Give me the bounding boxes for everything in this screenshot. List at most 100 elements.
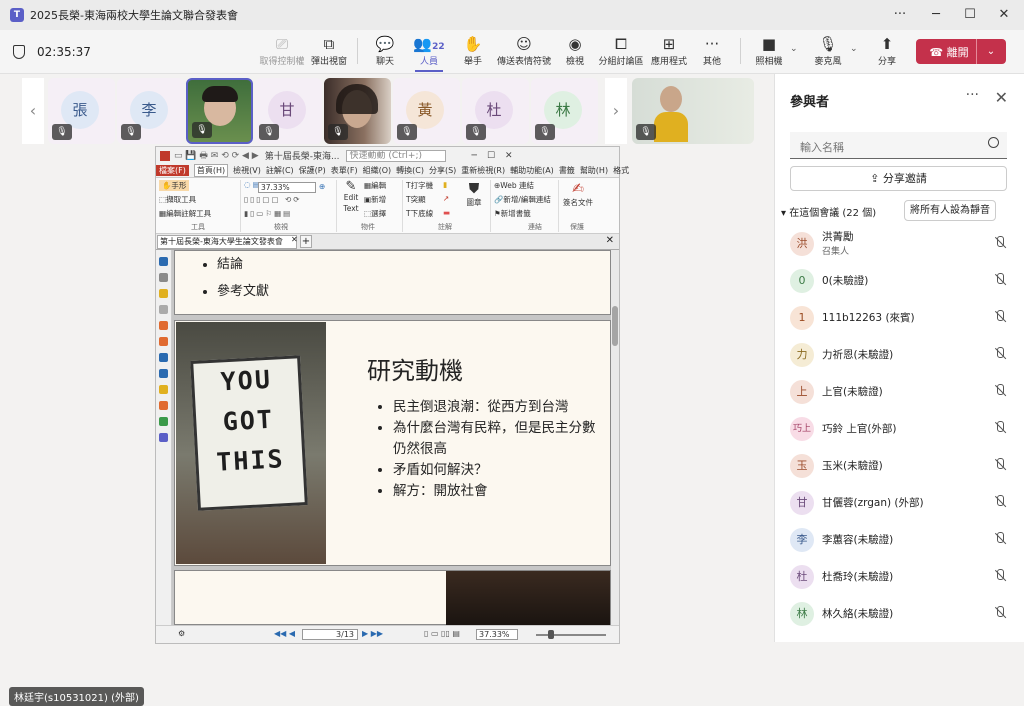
highlight-button[interactable]: T突顯 — [406, 194, 426, 205]
close-tab-icon[interactable]: ✕ — [291, 235, 298, 244]
apps-button[interactable]: ⊞ 應用程式 — [646, 34, 692, 72]
zoom-slider[interactable] — [536, 634, 606, 636]
camera-button[interactable]: ■ 照相機 — [746, 34, 792, 72]
page-mode-icons[interactable]: ▯ ▭ ▯▯ ▤ — [424, 629, 460, 638]
ribbon-tab-help[interactable]: 幫助(H) — [580, 165, 608, 176]
ribbon-tab-comment[interactable]: 註解(C) — [266, 165, 294, 176]
edit-button[interactable]: ▦編輯 — [364, 180, 386, 191]
mute-all-button[interactable]: 將所有人設為靜音 — [904, 200, 996, 221]
participant-row[interactable]: 巧上 巧鈴 上官(外部) — [790, 411, 1020, 447]
ribbon-tab-format[interactable]: 格式 — [613, 165, 629, 176]
next-last-page-icons[interactable]: ▶ ▶▶ — [362, 629, 383, 638]
close-document-icon[interactable]: ✕ — [606, 235, 614, 246]
ribbon-tab-form[interactable]: 表單(F) — [331, 165, 358, 176]
page-layout-icons[interactable]: ▯▯▯▢▢ ⟲⟳ — [244, 195, 302, 204]
reactions-button[interactable]: ☺ 傳送表情符號 — [494, 34, 554, 72]
ribbon-tab-bookmark[interactable]: 書籤 — [559, 165, 575, 176]
more-button[interactable]: ··· 其他 — [689, 34, 735, 72]
scroll-thumb[interactable] — [612, 306, 618, 346]
choose-button[interactable]: ⬚選擇 — [364, 208, 386, 219]
people-button[interactable]: 👥22 人員 — [406, 34, 452, 72]
panel-close-icon[interactable]: ✕ — [995, 88, 1008, 107]
bookmark-panel-icon[interactable] — [159, 257, 168, 266]
view-button[interactable]: ◉ 檢視 — [552, 34, 598, 72]
breakout-rooms-button[interactable]: ⧠ 分組討論區 — [598, 34, 644, 72]
edit-panel-icon[interactable] — [159, 401, 168, 410]
participant-row[interactable]: 杜杜喬玲(未驗證) — [790, 559, 1020, 595]
sign-document-button[interactable]: ✍ 簽名文件 — [562, 181, 594, 208]
stamp-button[interactable]: ⛊ 圖章 — [462, 181, 486, 208]
pdf-maximize-button[interactable]: ☐ — [487, 151, 495, 161]
tags-panel-icon[interactable] — [159, 385, 168, 394]
pdf-minimize-button[interactable]: ─ — [472, 151, 477, 161]
prev-tiles-arrow-icon[interactable]: ‹ — [22, 78, 44, 144]
ribbon-tab-accessibility[interactable]: 輔助功能(A) — [510, 165, 554, 176]
pages-panel-icon[interactable] — [159, 273, 168, 282]
pdf-search-input[interactable]: 快速動動 (Ctrl+;) — [345, 149, 446, 162]
participant-tile[interactable]: 李 🎙 — [117, 78, 184, 144]
participant-row[interactable]: 上上官(未驗證) — [790, 374, 1020, 410]
participant-row[interactable]: 甘甘儷蓉(zrgan) (外部) — [790, 485, 1020, 521]
underline-button[interactable]: T下底線 — [406, 208, 433, 219]
zoom-input[interactable]: 37.33% — [258, 182, 316, 193]
participant-tile[interactable]: 林 🎙 — [531, 78, 598, 144]
participant-row[interactable]: 1 111b12263 (來賓) — [790, 300, 1020, 336]
ribbon-tab-share[interactable]: 分享(S) — [429, 165, 456, 176]
hand-tool[interactable]: ✋手形 — [159, 180, 190, 191]
link-panel-icon[interactable] — [159, 369, 168, 378]
page-tool-icons[interactable]: ▮▯▭⚐▦▤ — [244, 209, 292, 218]
ribbon-tab-convert[interactable]: 轉換(C) — [396, 165, 424, 176]
participant-row[interactable]: 李李蕙容(未驗證) — [790, 522, 1020, 558]
ribbon-tab-home[interactable]: 首頁(H) — [193, 164, 229, 177]
more-options-icon[interactable]: ··· — [882, 0, 918, 30]
take-control-button[interactable]: ⎚ 取得控制權 — [259, 34, 305, 72]
mic-options-chevron-icon[interactable]: ⌄ — [850, 44, 858, 54]
zoom-in-icon[interactable]: ⊕ — [319, 182, 325, 191]
minimize-button[interactable]: ─ — [918, 0, 954, 30]
web-link-button[interactable]: ⊕Web 連結 — [494, 180, 534, 191]
document-tab[interactable]: 第十屆長榮-東海大學生論文發表會 — [157, 235, 297, 249]
first-prev-page-icons[interactable]: ◀◀ ◀ — [274, 629, 295, 638]
typewriter-button[interactable]: T打字機 — [406, 180, 433, 191]
add-edit-link-button[interactable]: 🔗新增/編輯連結 — [494, 194, 551, 205]
signature-panel-icon[interactable] — [159, 353, 168, 362]
note-icon[interactable]: ▮ — [443, 180, 447, 189]
attachments-panel-icon[interactable] — [159, 305, 168, 314]
ribbon-tab-view[interactable]: 檢視(V) — [233, 165, 261, 176]
chat-button[interactable]: 💬 聊天 — [362, 34, 408, 72]
leave-options-chevron-icon[interactable]: ⌄ — [977, 46, 1005, 57]
participant-search-input[interactable]: 輸入名稱 — [790, 132, 1007, 159]
fields-panel-icon[interactable] — [159, 433, 168, 442]
zoom-slider-thumb[interactable] — [548, 630, 554, 639]
mic-button[interactable]: 🎙 麥克風 — [805, 34, 851, 72]
layers-panel-icon[interactable] — [159, 321, 168, 330]
content-panel-icon[interactable] — [159, 337, 168, 346]
in-meeting-section-header[interactable]: ▾ 在這個會議 (22 個) — [781, 204, 876, 219]
participant-tile[interactable]: 甘 🎙 — [255, 78, 322, 144]
maximize-button[interactable]: ☐ — [952, 0, 988, 30]
page-number-input[interactable]: 3/13 — [302, 629, 358, 640]
panel-more-icon[interactable]: ··· — [966, 87, 979, 103]
camera-options-chevron-icon[interactable]: ⌄ — [790, 44, 798, 54]
settings-icon[interactable]: ⚙ — [178, 629, 185, 638]
status-zoom-input[interactable]: 37.33% — [476, 629, 518, 640]
vertical-scrollbar[interactable] — [611, 250, 619, 625]
participant-row[interactable]: 0 0(未驗證) — [790, 263, 1020, 299]
next-tiles-arrow-icon[interactable]: › — [605, 78, 627, 144]
share-button[interactable]: ⬆ 分享 — [864, 34, 910, 72]
participant-row[interactable]: 洪洪菁勵 召集人 — [790, 226, 1020, 262]
participant-tile[interactable]: 張 🎙 — [48, 78, 115, 144]
edit-text-button[interactable]: ✎ Edit Text — [340, 180, 362, 221]
participant-row[interactable]: 玉玉米(未驗證) — [790, 448, 1020, 484]
add-bookmark-button[interactable]: ⚑新增書籤 — [494, 208, 531, 219]
select-tool[interactable]: ⬚擷取工具 — [159, 194, 196, 205]
raise-hand-button[interactable]: ✋ 舉手 — [450, 34, 496, 72]
leave-button[interactable]: ☎ 離開 ⌄ — [916, 39, 1006, 64]
participant-tile[interactable]: 黃 🎙 — [393, 78, 460, 144]
participant-video-tile[interactable]: 🎙 — [324, 78, 391, 144]
add-button[interactable]: ▣新增 — [364, 194, 386, 205]
participant-row[interactable]: 力力祈恩(未驗證) — [790, 337, 1020, 373]
popout-button[interactable]: ⧉ 彈出視窗 — [306, 34, 352, 72]
ribbon-tab-organize[interactable]: 組織(O) — [363, 165, 392, 176]
comments-panel-icon[interactable] — [159, 289, 168, 298]
